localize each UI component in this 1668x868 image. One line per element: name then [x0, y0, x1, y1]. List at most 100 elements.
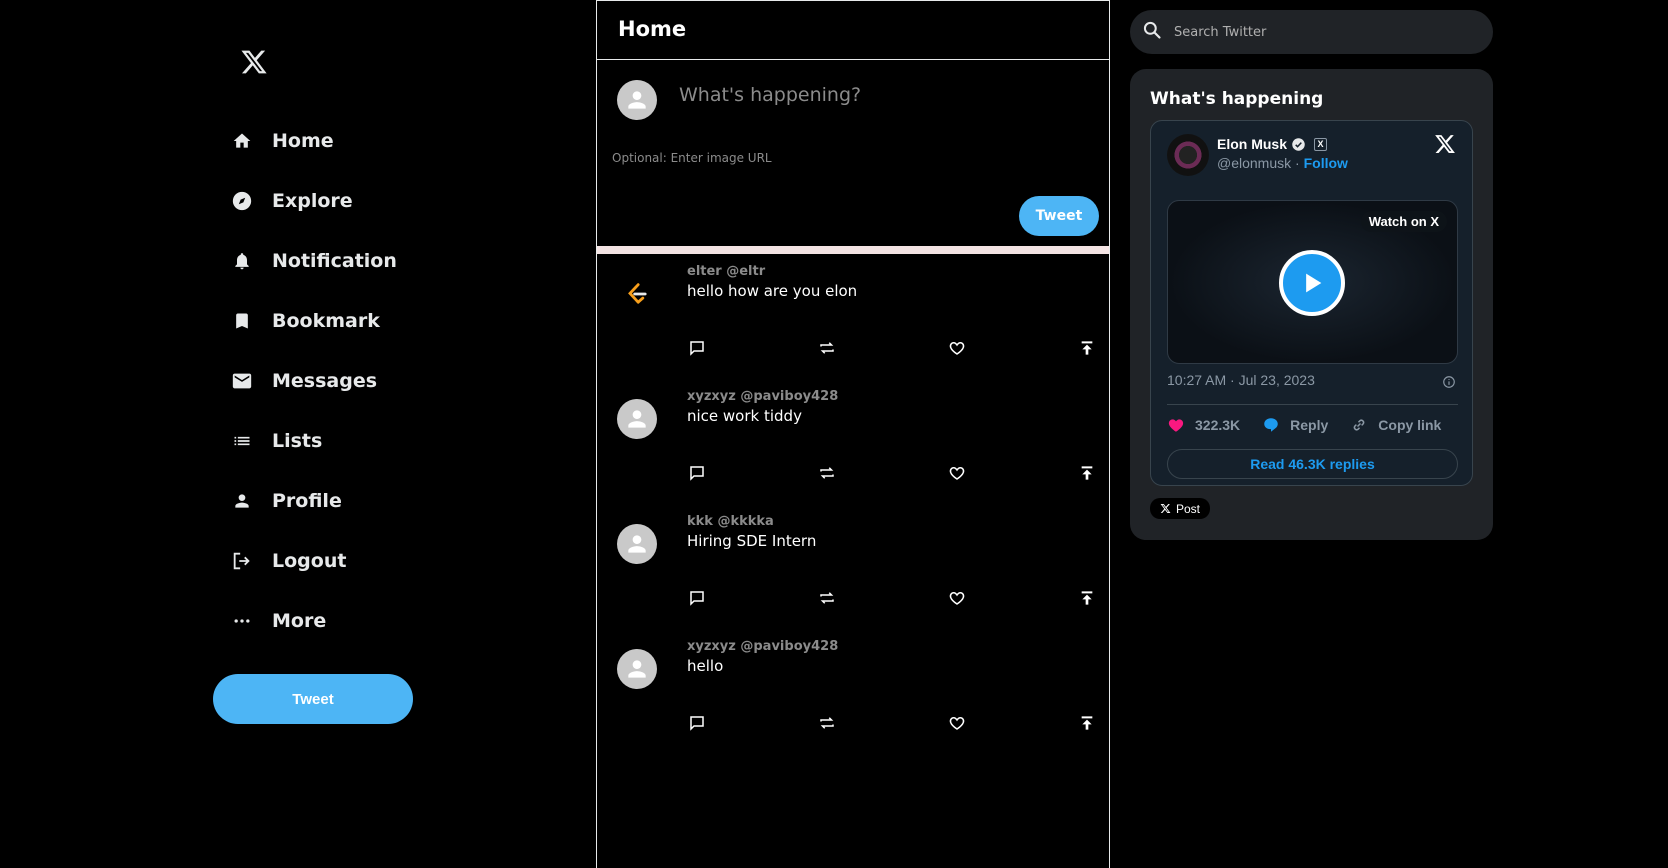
retweet-icon[interactable]: [817, 588, 837, 608]
nav-label: Messages: [272, 370, 378, 392]
share-icon[interactable]: [1077, 338, 1097, 358]
post-text: hello: [687, 657, 724, 675]
heart-icon[interactable]: [947, 588, 967, 608]
like-stat[interactable]: 322.3K: [1167, 416, 1240, 434]
embed-author-handle: @elonmusk · Follow: [1217, 155, 1348, 171]
x-logo-icon[interactable]: [240, 48, 268, 76]
post-author: xyzxyz @paviboy428: [687, 389, 839, 404]
post-text: nice work tiddy: [687, 407, 802, 425]
reply-bubble-icon: [1264, 418, 1278, 432]
nav-item-bookmark[interactable]: Bookmark: [230, 301, 380, 341]
reply-stat[interactable]: Reply: [1262, 416, 1328, 434]
follow-link[interactable]: Follow: [1304, 155, 1348, 171]
avatar: [617, 274, 657, 314]
comment-icon[interactable]: [687, 713, 707, 733]
composer-tweet-button[interactable]: Tweet: [1019, 196, 1099, 236]
list-item: xyzxyz @paviboy428 nice work tiddy: [597, 379, 1109, 504]
post-actions: [687, 463, 1093, 483]
x-logo-icon: [1160, 504, 1171, 513]
comment-icon[interactable]: [687, 463, 707, 483]
home-icon: [230, 129, 254, 153]
heart-icon[interactable]: [947, 463, 967, 483]
nav-label: Profile: [272, 490, 342, 512]
comment-icon[interactable]: [687, 338, 707, 358]
heart-icon: [1168, 419, 1184, 432]
list-item: elter @eltr hello how are you elon: [597, 254, 1109, 379]
share-icon[interactable]: [1077, 713, 1097, 733]
avatar: [617, 524, 657, 564]
post-text: hello how are you elon: [687, 282, 858, 300]
image-url-input[interactable]: [612, 148, 1012, 168]
retweet-icon[interactable]: [817, 463, 837, 483]
search-input[interactable]: [1174, 24, 1474, 40]
video-thumbnail[interactable]: Watch on X: [1167, 200, 1458, 364]
main-header: Home: [597, 0, 1109, 60]
nav-label: Bookmark: [272, 310, 380, 332]
leetcode-logo-icon: [628, 283, 647, 304]
sidebar-tweet-button[interactable]: Tweet: [213, 674, 413, 724]
person-icon: [230, 489, 254, 513]
post-author: xyzxyz @paviboy428: [687, 639, 839, 654]
reply-label: Reply: [1290, 417, 1329, 433]
list-item: kkk @kkkka Hiring SDE Intern: [597, 504, 1109, 629]
explore-icon: [230, 189, 254, 213]
avatar: [617, 649, 657, 689]
nav-item-notification[interactable]: Notification: [230, 241, 397, 281]
read-replies-button[interactable]: Read 46.3K replies: [1167, 449, 1458, 479]
page-title: Home: [618, 17, 687, 41]
play-icon: [1306, 273, 1322, 293]
more-icon: [230, 609, 254, 633]
post-actions: [687, 713, 1093, 733]
nav-label: More: [272, 610, 327, 632]
link-icon: [1353, 419, 1365, 431]
avatar: [617, 399, 657, 439]
info-icon[interactable]: [1442, 374, 1456, 393]
nav-label: Notification: [272, 250, 397, 272]
x-post-button[interactable]: Post: [1150, 498, 1211, 519]
play-button[interactable]: [1279, 250, 1345, 316]
divider: [1167, 404, 1458, 405]
like-count: 322.3K: [1195, 417, 1241, 433]
retweet-icon[interactable]: [817, 338, 837, 358]
nav-item-logout[interactable]: Logout: [230, 541, 346, 581]
nav-item-profile[interactable]: Profile: [230, 481, 342, 521]
mail-icon: [230, 369, 254, 393]
list-icon: [230, 429, 254, 453]
affiliate-badge: X: [1314, 137, 1328, 151]
tweet-timestamp[interactable]: 10:27 AM · Jul 23, 2023: [1167, 372, 1315, 388]
tweet-feed: elter @eltr hello how are you elon xyzxy…: [597, 254, 1109, 754]
embed-author-name[interactable]: Elon Musk X: [1217, 136, 1328, 152]
logout-icon: [230, 549, 254, 573]
search-bar[interactable]: [1130, 10, 1493, 54]
embedded-tweet[interactable]: Elon Musk X @elonmusk · Follow Watch on …: [1150, 120, 1473, 486]
author-handle: @elonmusk: [1217, 155, 1292, 171]
x-logo-icon[interactable]: [1434, 133, 1456, 159]
nav-item-home[interactable]: Home: [230, 121, 334, 161]
comment-icon[interactable]: [687, 588, 707, 608]
watch-on-x-label[interactable]: Watch on X: [1360, 211, 1447, 232]
nav-item-lists[interactable]: Lists: [230, 421, 322, 461]
list-item: xyzxyz @paviboy428 hello: [597, 629, 1109, 754]
share-icon[interactable]: [1077, 463, 1097, 483]
tweet-text-input[interactable]: [679, 80, 1079, 110]
person-icon: [628, 410, 646, 428]
avatar: [617, 80, 657, 120]
nav-item-messages[interactable]: Messages: [230, 361, 377, 401]
share-icon[interactable]: [1077, 588, 1097, 608]
retweet-icon[interactable]: [817, 713, 837, 733]
bookmark-icon: [230, 309, 254, 333]
nav-item-explore[interactable]: Explore: [230, 181, 353, 221]
nav-item-more[interactable]: More: [230, 601, 326, 641]
nav-label: Explore: [272, 190, 353, 212]
person-icon: [628, 91, 646, 109]
person-icon: [628, 660, 646, 678]
heart-icon[interactable]: [947, 713, 967, 733]
post-actions: [687, 588, 1093, 608]
heart-icon[interactable]: [947, 338, 967, 358]
whats-happening-panel: What's happening Elon Musk X @elonmusk ·…: [1130, 69, 1493, 540]
copy-link-stat[interactable]: Copy link: [1350, 416, 1441, 434]
verified-badge-icon: [1292, 137, 1305, 151]
main-column: Home Tweet elter @eltr hello how are you…: [596, 0, 1110, 868]
post-author: kkk @kkkka: [687, 514, 774, 529]
avatar[interactable]: [1167, 134, 1209, 176]
